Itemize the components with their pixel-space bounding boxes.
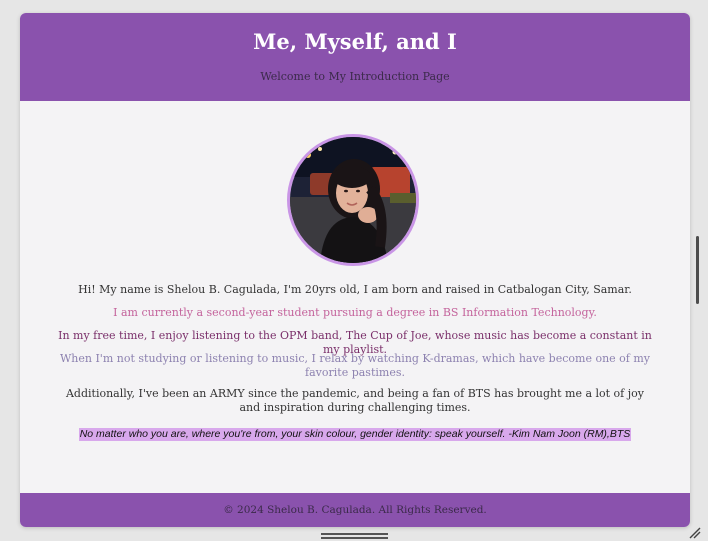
quote-text: No matter who you are, where you're from… [78,428,632,441]
army-paragraph: Additionally, I've been an ARMY since th… [65,387,644,414]
intro-paragraph: Hi! My name is Shelou B. Cagulada, I'm 2… [78,283,632,296]
page-footer: © 2024 Shelou B. Cagulada. All Rights Re… [20,493,690,527]
profile-photo-icon [290,137,416,263]
education-paragraph: I am currently a second-year student pur… [113,306,597,319]
quote-container: No matter who you are, where you're from… [20,422,690,441]
drag-handle[interactable] [321,533,388,539]
avatar [287,134,419,266]
hobby-kdrama-paragraph: When I'm not studying or listening to mu… [59,352,650,379]
page-header: Me, Myself, and I Welcome to My Introduc… [20,13,690,101]
copyright-text: © 2024 Shelou B. Cagulada. All Rights Re… [223,504,487,516]
page-window: Me, Myself, and I Welcome to My Introduc… [20,13,690,527]
page-subtitle: Welcome to My Introduction Page [260,70,450,83]
page-title: Me, Myself, and I [253,29,457,54]
vertical-scrollbar[interactable] [696,236,699,304]
resize-handle-icon[interactable] [689,527,701,539]
